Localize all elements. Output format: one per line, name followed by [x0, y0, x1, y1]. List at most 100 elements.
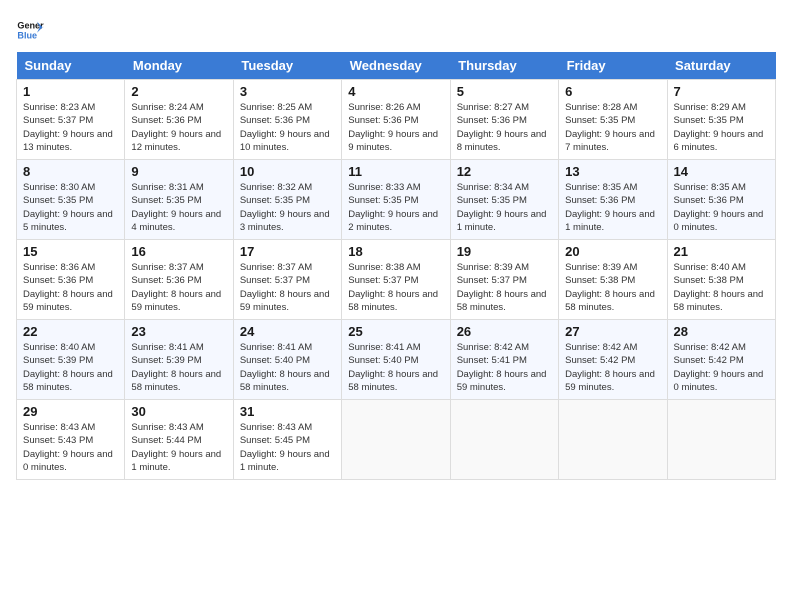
weekday-header-saturday: Saturday — [667, 52, 775, 80]
day-detail: Sunrise: 8:43 AM Sunset: 5:44 PM Dayligh… — [131, 421, 226, 474]
day-number: 17 — [240, 244, 335, 259]
calendar-week-2: 8 Sunrise: 8:30 AM Sunset: 5:35 PM Dayli… — [17, 160, 776, 240]
calendar-cell: 29 Sunrise: 8:43 AM Sunset: 5:43 PM Dayl… — [17, 400, 125, 480]
weekday-header-row: SundayMondayTuesdayWednesdayThursdayFrid… — [17, 52, 776, 80]
day-number: 7 — [674, 84, 769, 99]
calendar-cell: 23 Sunrise: 8:41 AM Sunset: 5:39 PM Dayl… — [125, 320, 233, 400]
day-number: 2 — [131, 84, 226, 99]
calendar-cell: 15 Sunrise: 8:36 AM Sunset: 5:36 PM Dayl… — [17, 240, 125, 320]
day-number: 14 — [674, 164, 769, 179]
calendar-cell: 9 Sunrise: 8:31 AM Sunset: 5:35 PM Dayli… — [125, 160, 233, 240]
day-detail: Sunrise: 8:27 AM Sunset: 5:36 PM Dayligh… — [457, 101, 552, 154]
calendar-header: SundayMondayTuesdayWednesdayThursdayFrid… — [17, 52, 776, 80]
day-detail: Sunrise: 8:35 AM Sunset: 5:36 PM Dayligh… — [674, 181, 769, 234]
day-detail: Sunrise: 8:41 AM Sunset: 5:39 PM Dayligh… — [131, 341, 226, 394]
day-detail: Sunrise: 8:24 AM Sunset: 5:36 PM Dayligh… — [131, 101, 226, 154]
calendar-cell: 26 Sunrise: 8:42 AM Sunset: 5:41 PM Dayl… — [450, 320, 558, 400]
day-number: 13 — [565, 164, 660, 179]
day-number: 23 — [131, 324, 226, 339]
calendar-week-4: 22 Sunrise: 8:40 AM Sunset: 5:39 PM Dayl… — [17, 320, 776, 400]
day-number: 8 — [23, 164, 118, 179]
calendar-week-1: 1 Sunrise: 8:23 AM Sunset: 5:37 PM Dayli… — [17, 80, 776, 160]
calendar-cell: 6 Sunrise: 8:28 AM Sunset: 5:35 PM Dayli… — [559, 80, 667, 160]
day-number: 30 — [131, 404, 226, 419]
calendar-cell: 1 Sunrise: 8:23 AM Sunset: 5:37 PM Dayli… — [17, 80, 125, 160]
day-number: 19 — [457, 244, 552, 259]
day-number: 22 — [23, 324, 118, 339]
day-number: 9 — [131, 164, 226, 179]
day-detail: Sunrise: 8:39 AM Sunset: 5:37 PM Dayligh… — [457, 261, 552, 314]
day-detail: Sunrise: 8:43 AM Sunset: 5:43 PM Dayligh… — [23, 421, 118, 474]
weekday-header-monday: Monday — [125, 52, 233, 80]
day-detail: Sunrise: 8:40 AM Sunset: 5:39 PM Dayligh… — [23, 341, 118, 394]
day-number: 28 — [674, 324, 769, 339]
day-detail: Sunrise: 8:36 AM Sunset: 5:36 PM Dayligh… — [23, 261, 118, 314]
calendar-cell — [667, 400, 775, 480]
day-number: 16 — [131, 244, 226, 259]
day-detail: Sunrise: 8:39 AM Sunset: 5:38 PM Dayligh… — [565, 261, 660, 314]
calendar-cell: 13 Sunrise: 8:35 AM Sunset: 5:36 PM Dayl… — [559, 160, 667, 240]
calendar-cell: 30 Sunrise: 8:43 AM Sunset: 5:44 PM Dayl… — [125, 400, 233, 480]
day-detail: Sunrise: 8:23 AM Sunset: 5:37 PM Dayligh… — [23, 101, 118, 154]
day-detail: Sunrise: 8:41 AM Sunset: 5:40 PM Dayligh… — [240, 341, 335, 394]
calendar-cell: 11 Sunrise: 8:33 AM Sunset: 5:35 PM Dayl… — [342, 160, 450, 240]
day-detail: Sunrise: 8:37 AM Sunset: 5:36 PM Dayligh… — [131, 261, 226, 314]
day-detail: Sunrise: 8:43 AM Sunset: 5:45 PM Dayligh… — [240, 421, 335, 474]
day-number: 3 — [240, 84, 335, 99]
calendar-week-3: 15 Sunrise: 8:36 AM Sunset: 5:36 PM Dayl… — [17, 240, 776, 320]
calendar-cell: 16 Sunrise: 8:37 AM Sunset: 5:36 PM Dayl… — [125, 240, 233, 320]
day-detail: Sunrise: 8:26 AM Sunset: 5:36 PM Dayligh… — [348, 101, 443, 154]
calendar-cell: 24 Sunrise: 8:41 AM Sunset: 5:40 PM Dayl… — [233, 320, 341, 400]
day-number: 15 — [23, 244, 118, 259]
calendar-cell: 7 Sunrise: 8:29 AM Sunset: 5:35 PM Dayli… — [667, 80, 775, 160]
calendar-cell — [450, 400, 558, 480]
calendar-table: SundayMondayTuesdayWednesdayThursdayFrid… — [16, 52, 776, 480]
calendar-cell: 21 Sunrise: 8:40 AM Sunset: 5:38 PM Dayl… — [667, 240, 775, 320]
day-number: 20 — [565, 244, 660, 259]
weekday-header-friday: Friday — [559, 52, 667, 80]
day-detail: Sunrise: 8:37 AM Sunset: 5:37 PM Dayligh… — [240, 261, 335, 314]
day-detail: Sunrise: 8:42 AM Sunset: 5:42 PM Dayligh… — [674, 341, 769, 394]
calendar-cell: 12 Sunrise: 8:34 AM Sunset: 5:35 PM Dayl… — [450, 160, 558, 240]
logo-icon: General Blue — [16, 16, 44, 44]
day-detail: Sunrise: 8:32 AM Sunset: 5:35 PM Dayligh… — [240, 181, 335, 234]
logo: General Blue — [16, 16, 44, 44]
svg-text:Blue: Blue — [17, 30, 37, 40]
weekday-header-thursday: Thursday — [450, 52, 558, 80]
day-detail: Sunrise: 8:41 AM Sunset: 5:40 PM Dayligh… — [348, 341, 443, 394]
calendar-cell: 20 Sunrise: 8:39 AM Sunset: 5:38 PM Dayl… — [559, 240, 667, 320]
day-number: 18 — [348, 244, 443, 259]
day-detail: Sunrise: 8:40 AM Sunset: 5:38 PM Dayligh… — [674, 261, 769, 314]
day-detail: Sunrise: 8:35 AM Sunset: 5:36 PM Dayligh… — [565, 181, 660, 234]
day-detail: Sunrise: 8:33 AM Sunset: 5:35 PM Dayligh… — [348, 181, 443, 234]
day-detail: Sunrise: 8:29 AM Sunset: 5:35 PM Dayligh… — [674, 101, 769, 154]
calendar-cell: 18 Sunrise: 8:38 AM Sunset: 5:37 PM Dayl… — [342, 240, 450, 320]
calendar-cell: 3 Sunrise: 8:25 AM Sunset: 5:36 PM Dayli… — [233, 80, 341, 160]
weekday-header-sunday: Sunday — [17, 52, 125, 80]
calendar-cell: 5 Sunrise: 8:27 AM Sunset: 5:36 PM Dayli… — [450, 80, 558, 160]
calendar-week-5: 29 Sunrise: 8:43 AM Sunset: 5:43 PM Dayl… — [17, 400, 776, 480]
calendar-cell: 25 Sunrise: 8:41 AM Sunset: 5:40 PM Dayl… — [342, 320, 450, 400]
calendar-cell — [342, 400, 450, 480]
calendar-cell: 2 Sunrise: 8:24 AM Sunset: 5:36 PM Dayli… — [125, 80, 233, 160]
day-number: 29 — [23, 404, 118, 419]
day-number: 24 — [240, 324, 335, 339]
weekday-header-wednesday: Wednesday — [342, 52, 450, 80]
calendar-cell: 19 Sunrise: 8:39 AM Sunset: 5:37 PM Dayl… — [450, 240, 558, 320]
day-number: 1 — [23, 84, 118, 99]
day-number: 5 — [457, 84, 552, 99]
day-detail: Sunrise: 8:34 AM Sunset: 5:35 PM Dayligh… — [457, 181, 552, 234]
calendar-cell: 10 Sunrise: 8:32 AM Sunset: 5:35 PM Dayl… — [233, 160, 341, 240]
calendar-cell: 31 Sunrise: 8:43 AM Sunset: 5:45 PM Dayl… — [233, 400, 341, 480]
calendar-cell: 28 Sunrise: 8:42 AM Sunset: 5:42 PM Dayl… — [667, 320, 775, 400]
calendar-cell: 17 Sunrise: 8:37 AM Sunset: 5:37 PM Dayl… — [233, 240, 341, 320]
day-detail: Sunrise: 8:42 AM Sunset: 5:42 PM Dayligh… — [565, 341, 660, 394]
day-detail: Sunrise: 8:31 AM Sunset: 5:35 PM Dayligh… — [131, 181, 226, 234]
day-number: 27 — [565, 324, 660, 339]
day-number: 10 — [240, 164, 335, 179]
calendar-body: 1 Sunrise: 8:23 AM Sunset: 5:37 PM Dayli… — [17, 80, 776, 480]
day-detail: Sunrise: 8:42 AM Sunset: 5:41 PM Dayligh… — [457, 341, 552, 394]
calendar-cell: 4 Sunrise: 8:26 AM Sunset: 5:36 PM Dayli… — [342, 80, 450, 160]
day-detail: Sunrise: 8:38 AM Sunset: 5:37 PM Dayligh… — [348, 261, 443, 314]
calendar-cell: 14 Sunrise: 8:35 AM Sunset: 5:36 PM Dayl… — [667, 160, 775, 240]
